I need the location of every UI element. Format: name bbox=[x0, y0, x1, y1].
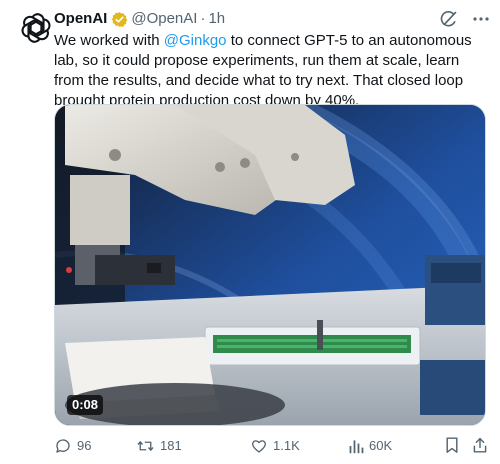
repost-button[interactable]: 181 bbox=[136, 436, 182, 456]
views-count: 60K bbox=[369, 438, 393, 453]
views-button[interactable]: 60K bbox=[348, 436, 392, 456]
video-duration: 0:08 bbox=[67, 395, 104, 415]
share-icon bbox=[473, 437, 487, 453]
verified-badge-icon bbox=[111, 11, 128, 28]
tweet-header: OpenAI @OpenAI · 1h bbox=[54, 9, 490, 29]
openai-logo-icon bbox=[21, 13, 51, 43]
bookmark-icon bbox=[446, 437, 458, 453]
repost-count: 181 bbox=[160, 438, 182, 453]
author-name[interactable]: OpenAI bbox=[54, 9, 107, 29]
separator-dot: · bbox=[200, 10, 206, 27]
bookmark-button[interactable] bbox=[444, 436, 460, 454]
views-icon bbox=[349, 440, 364, 454]
author-handle[interactable]: @OpenAI bbox=[131, 9, 197, 29]
like-count: 1.1K bbox=[273, 438, 300, 453]
more-icon[interactable] bbox=[472, 16, 490, 22]
video-player[interactable]: 0:08 bbox=[54, 104, 486, 426]
reply-icon bbox=[56, 439, 70, 453]
heart-icon bbox=[251, 440, 267, 453]
tweet-text-part1: We worked with bbox=[54, 32, 164, 49]
action-bar: 96 181 1.1K 60K bbox=[54, 436, 488, 456]
reply-button[interactable]: 96 bbox=[54, 436, 91, 456]
avatar[interactable] bbox=[16, 8, 56, 48]
mention-link[interactable]: @Ginkgo bbox=[164, 32, 227, 49]
video-frame bbox=[55, 105, 485, 425]
tweet-text: We worked with @Ginkgo to connect GPT-5 … bbox=[54, 31, 490, 111]
like-button[interactable]: 1.1K bbox=[250, 436, 300, 456]
header-actions bbox=[439, 10, 490, 29]
retweet-icon bbox=[137, 441, 154, 451]
share-button[interactable] bbox=[472, 436, 488, 454]
grok-icon[interactable] bbox=[439, 10, 458, 29]
tweet-card[interactable]: OpenAI @OpenAI · 1h We worked with @Gink… bbox=[0, 0, 500, 464]
timestamp[interactable]: 1h bbox=[208, 9, 225, 29]
reply-count: 96 bbox=[77, 438, 92, 453]
